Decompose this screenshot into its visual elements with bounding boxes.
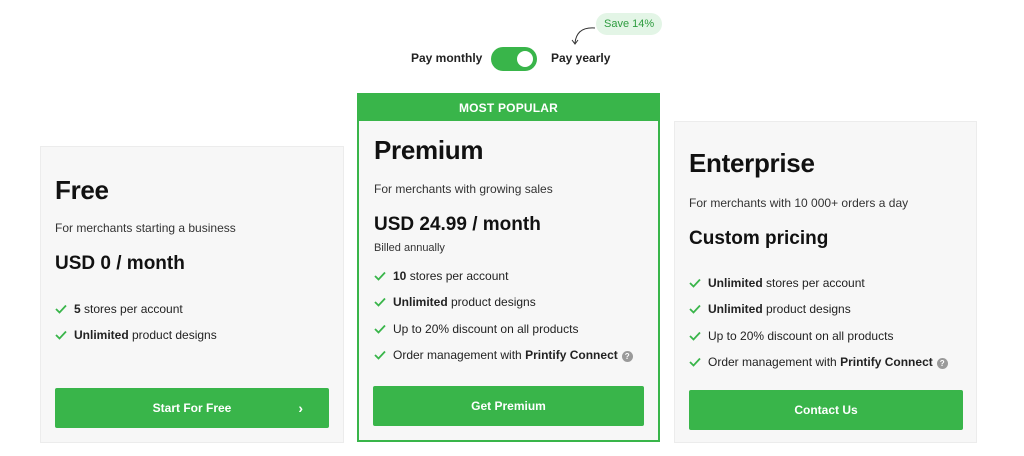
list-item: Order management with Printify Connect? bbox=[689, 354, 948, 380]
check-icon bbox=[689, 331, 701, 341]
curved-arrow-icon bbox=[571, 27, 596, 45]
list-item: Unlimited product designs bbox=[55, 327, 217, 353]
pay-monthly-label[interactable]: Pay monthly bbox=[411, 51, 482, 65]
check-icon bbox=[374, 324, 386, 334]
start-for-free-button[interactable]: Start For Free › bbox=[55, 388, 329, 428]
billed-annually-note: Billed annually bbox=[374, 242, 445, 254]
plan-description: For merchants starting a business bbox=[55, 221, 236, 235]
check-icon bbox=[689, 305, 701, 315]
plan-price: Custom pricing bbox=[689, 228, 829, 249]
check-icon bbox=[55, 331, 67, 341]
chevron-right-icon: › bbox=[298, 400, 303, 416]
plan-description: For merchants with growing sales bbox=[374, 182, 553, 196]
check-icon bbox=[689, 357, 701, 367]
toggle-knob bbox=[517, 51, 533, 67]
get-premium-button[interactable]: Get Premium bbox=[373, 386, 644, 426]
pay-yearly-label[interactable]: Pay yearly bbox=[551, 51, 610, 65]
plan-description: For merchants with 10 000+ orders a day bbox=[689, 196, 909, 210]
list-item: Up to 20% discount on all products bbox=[689, 328, 948, 354]
help-icon[interactable]: ? bbox=[621, 350, 633, 362]
plan-name: Enterprise bbox=[689, 148, 815, 178]
check-icon bbox=[374, 350, 386, 360]
check-icon bbox=[374, 298, 386, 308]
check-icon bbox=[689, 278, 701, 288]
help-icon[interactable]: ? bbox=[936, 357, 948, 369]
save-badge: Save 14% bbox=[596, 13, 663, 35]
plan-price: USD 24.99 / month bbox=[374, 214, 541, 235]
list-item: Unlimited product designs bbox=[689, 301, 948, 327]
check-icon bbox=[374, 271, 386, 281]
list-item: Unlimited stores per account bbox=[689, 275, 948, 301]
plan-price: USD 0 / month bbox=[55, 253, 185, 274]
feature-list: 10 stores per account Unlimited product … bbox=[374, 268, 633, 373]
list-item: Unlimited product designs bbox=[374, 294, 633, 320]
list-item: Order management with Printify Connect? bbox=[374, 347, 633, 373]
list-item: 10 stores per account bbox=[374, 268, 633, 294]
billing-toggle[interactable] bbox=[491, 47, 537, 71]
feature-list: 5 stores per account Unlimited product d… bbox=[55, 301, 217, 354]
plan-card-free: Free For merchants starting a business U… bbox=[40, 146, 344, 443]
contact-us-button[interactable]: Contact Us bbox=[689, 390, 963, 430]
plan-card-premium: MOST POPULAR Premium For merchants with … bbox=[357, 93, 660, 442]
billing-toggle-group: Pay monthly Pay yearly bbox=[0, 45, 1024, 73]
plan-name: Premium bbox=[374, 135, 484, 165]
list-item: Up to 20% discount on all products bbox=[374, 321, 633, 347]
feature-list: Unlimited stores per account Unlimited p… bbox=[689, 275, 948, 380]
check-icon bbox=[55, 304, 67, 314]
list-item: 5 stores per account bbox=[55, 301, 217, 327]
plan-name: Free bbox=[55, 175, 109, 205]
plan-card-enterprise: Enterprise For merchants with 10 000+ or… bbox=[674, 121, 977, 443]
most-popular-banner: MOST POPULAR bbox=[359, 95, 658, 121]
